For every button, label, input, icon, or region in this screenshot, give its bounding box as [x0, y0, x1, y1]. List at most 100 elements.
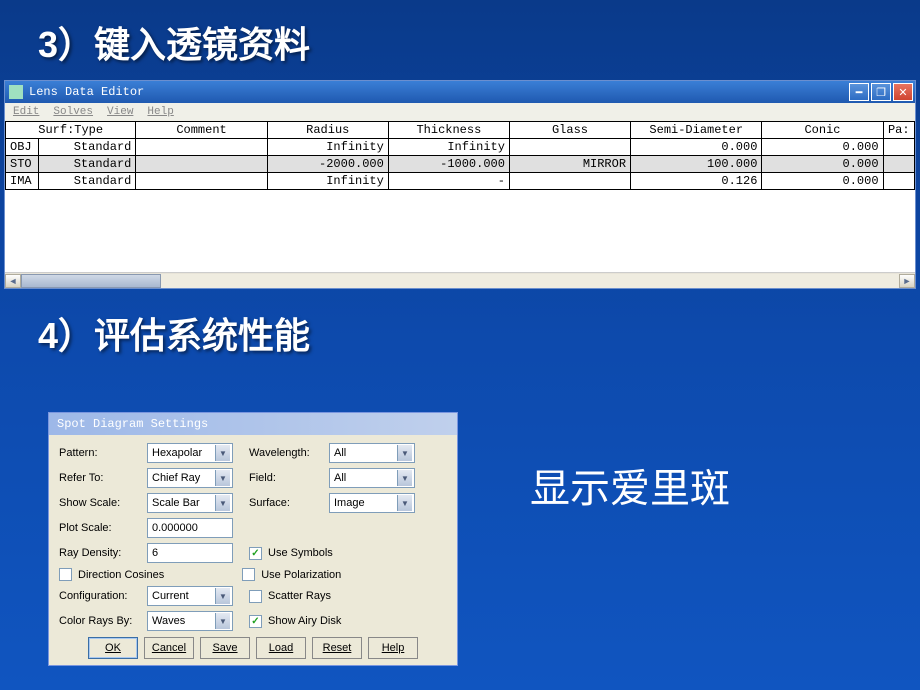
- close-button[interactable]: ✕: [893, 83, 913, 101]
- checkbox-icon: ✓: [249, 615, 262, 628]
- surface-select[interactable]: Image▼: [329, 493, 415, 513]
- show-scale-select[interactable]: Scale Bar▼: [147, 493, 233, 513]
- show-airy-disk-checkbox[interactable]: ✓ Show Airy Disk: [249, 615, 341, 628]
- cell[interactable]: 0.000: [762, 156, 883, 173]
- use-polarization-checkbox[interactable]: Use Polarization: [242, 568, 341, 581]
- titlebar[interactable]: Lens Data Editor ━ ❐ ✕: [5, 81, 915, 103]
- load-button[interactable]: Load: [256, 637, 306, 659]
- side-annotation-text: 显示爱里斑: [530, 456, 730, 514]
- ray-density-input[interactable]: 6: [147, 543, 233, 563]
- configuration-select[interactable]: Current▼: [147, 586, 233, 606]
- col-comment[interactable]: Comment: [136, 122, 267, 139]
- dropdown-arrow-icon[interactable]: ▼: [215, 495, 230, 511]
- color-rays-by-select[interactable]: Waves▼: [147, 611, 233, 631]
- show-scale-label: Show Scale:: [59, 497, 141, 509]
- grid-empty-area: [5, 190, 915, 272]
- dropdown-arrow-icon[interactable]: ▼: [215, 470, 230, 486]
- save-button[interactable]: Save: [200, 637, 250, 659]
- col-conic[interactable]: Conic: [762, 122, 883, 139]
- refer-to-label: Refer To:: [59, 472, 141, 484]
- dropdown-arrow-icon[interactable]: ▼: [215, 445, 230, 461]
- cell[interactable]: Standard: [38, 139, 136, 156]
- cell[interactable]: [883, 139, 914, 156]
- scatter-rays-checkbox[interactable]: Scatter Rays: [249, 590, 331, 603]
- cell[interactable]: [136, 173, 267, 190]
- cell[interactable]: 0.000: [762, 173, 883, 190]
- dropdown-arrow-icon[interactable]: ▼: [397, 470, 412, 486]
- cell[interactable]: 0.000: [631, 139, 762, 156]
- ok-button[interactable]: OK: [88, 637, 138, 659]
- pattern-label: Pattern:: [59, 447, 141, 459]
- maximize-button[interactable]: ❐: [871, 83, 891, 101]
- cell[interactable]: [883, 173, 914, 190]
- cell[interactable]: [136, 156, 267, 173]
- col-radius[interactable]: Radius: [267, 122, 388, 139]
- cell[interactable]: -: [388, 173, 509, 190]
- minimize-button[interactable]: ━: [849, 83, 869, 101]
- cell[interactable]: 100.000: [631, 156, 762, 173]
- cell[interactable]: MIRROR: [509, 156, 630, 173]
- col-glass[interactable]: Glass: [509, 122, 630, 139]
- cell[interactable]: Infinity: [267, 139, 388, 156]
- app-icon: [9, 85, 23, 99]
- cell[interactable]: IMA: [6, 173, 39, 190]
- field-label: Field:: [249, 472, 323, 484]
- col-thickness[interactable]: Thickness: [388, 122, 509, 139]
- table-row[interactable]: OBJ Standard Infinity Infinity 0.000 0.0…: [6, 139, 915, 156]
- menu-edit[interactable]: Edit: [13, 106, 39, 118]
- menu-solves[interactable]: Solves: [53, 106, 93, 118]
- checkbox-label: Scatter Rays: [268, 590, 331, 602]
- scroll-left-button[interactable]: ◄: [5, 274, 21, 288]
- configuration-label: Configuration:: [59, 590, 141, 602]
- scroll-right-button[interactable]: ►: [899, 274, 915, 288]
- horizontal-scrollbar[interactable]: ◄ ►: [5, 272, 915, 288]
- dropdown-arrow-icon[interactable]: ▼: [215, 613, 230, 629]
- menubar: Edit Solves View Help: [5, 103, 915, 121]
- ray-density-label: Ray Density:: [59, 547, 141, 559]
- cell[interactable]: [509, 173, 630, 190]
- scroll-thumb[interactable]: [21, 274, 161, 288]
- cell[interactable]: Infinity: [388, 139, 509, 156]
- menu-view[interactable]: View: [107, 106, 133, 118]
- dropdown-arrow-icon[interactable]: ▼: [397, 495, 412, 511]
- cell[interactable]: [509, 139, 630, 156]
- col-pa[interactable]: Pa:: [883, 122, 914, 139]
- cell[interactable]: 0.000: [762, 139, 883, 156]
- table-row[interactable]: IMA Standard Infinity - 0.126 0.000: [6, 173, 915, 190]
- direction-cosines-checkbox[interactable]: Direction Cosines: [59, 568, 164, 581]
- pattern-select[interactable]: Hexapolar▼: [147, 443, 233, 463]
- plot-scale-input[interactable]: 0.000000: [147, 518, 233, 538]
- dropdown-arrow-icon[interactable]: ▼: [215, 588, 230, 604]
- field-select[interactable]: All▼: [329, 468, 415, 488]
- heading-1: 3）键入透镜资料: [0, 0, 920, 80]
- cell[interactable]: -1000.000: [388, 156, 509, 173]
- cell[interactable]: [883, 156, 914, 173]
- cell[interactable]: OBJ: [6, 139, 39, 156]
- help-button[interactable]: Help: [368, 637, 418, 659]
- cell[interactable]: [136, 139, 267, 156]
- cell[interactable]: -2000.000: [267, 156, 388, 173]
- menu-help[interactable]: Help: [147, 106, 173, 118]
- table-row[interactable]: STO Standard -2000.000 -1000.000 MIRROR …: [6, 156, 915, 173]
- use-symbols-checkbox[interactable]: ✓Use Symbols: [249, 547, 333, 560]
- cell[interactable]: Standard: [38, 173, 136, 190]
- col-surf-type[interactable]: Surf:Type: [6, 122, 136, 139]
- cell[interactable]: STO: [6, 156, 39, 173]
- refer-to-select[interactable]: Chief Ray▼: [147, 468, 233, 488]
- dialog-title[interactable]: Spot Diagram Settings: [49, 413, 457, 435]
- reset-button[interactable]: Reset: [312, 637, 362, 659]
- color-rays-by-label: Color Rays By:: [59, 615, 141, 627]
- checkbox-label: Show Airy Disk: [268, 615, 341, 627]
- wavelength-label: Wavelength:: [249, 447, 323, 459]
- cell[interactable]: Standard: [38, 156, 136, 173]
- dropdown-arrow-icon[interactable]: ▼: [397, 445, 412, 461]
- scroll-track[interactable]: [21, 274, 899, 288]
- checkbox-icon: [242, 568, 255, 581]
- cancel-button[interactable]: Cancel: [144, 637, 194, 659]
- cell[interactable]: 0.126: [631, 173, 762, 190]
- lens-data-editor-window: Lens Data Editor ━ ❐ ✕ Edit Solves View …: [4, 80, 916, 289]
- wavelength-select[interactable]: All▼: [329, 443, 415, 463]
- col-semi-diameter[interactable]: Semi-Diameter: [631, 122, 762, 139]
- cell[interactable]: Infinity: [267, 173, 388, 190]
- window-title: Lens Data Editor: [29, 85, 144, 99]
